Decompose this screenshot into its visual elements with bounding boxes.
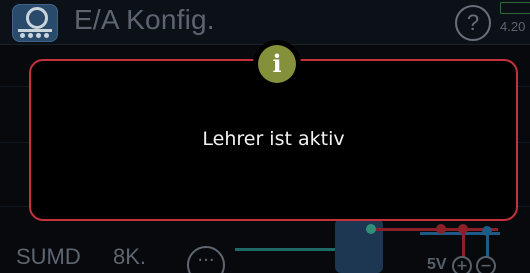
minus-icon: − bbox=[476, 256, 496, 273]
io-port-icon[interactable] bbox=[12, 4, 58, 42]
plus-icon: + bbox=[452, 256, 472, 273]
voltage-label: 5V bbox=[427, 256, 447, 273]
wire-node bbox=[436, 224, 446, 234]
wire-node bbox=[458, 224, 468, 234]
wire-teal bbox=[235, 248, 335, 251]
tab-8k[interactable]: 8K. bbox=[113, 244, 146, 270]
wire-node bbox=[366, 224, 376, 234]
page-title: E/A Konfig. bbox=[74, 4, 215, 35]
version-label: 4.20 bbox=[500, 19, 526, 34]
header-bar: E/A Konfig. ? 4.20 bbox=[0, 0, 530, 44]
battery-icon bbox=[500, 2, 530, 14]
wire-red bbox=[370, 228, 498, 231]
dialog-message: Lehrer ist aktiv bbox=[202, 128, 345, 150]
ellipsis-icon[interactable]: ··· bbox=[187, 246, 225, 273]
screen: E/A Konfig. ? 4.20 SUMD 8K. ··· 5V + − i… bbox=[0, 0, 530, 273]
info-icon: i bbox=[258, 45, 296, 83]
help-icon[interactable]: ? bbox=[455, 5, 491, 41]
info-badge: i bbox=[253, 40, 301, 88]
tab-sumd[interactable]: SUMD bbox=[16, 244, 81, 270]
wire-node bbox=[482, 226, 492, 236]
